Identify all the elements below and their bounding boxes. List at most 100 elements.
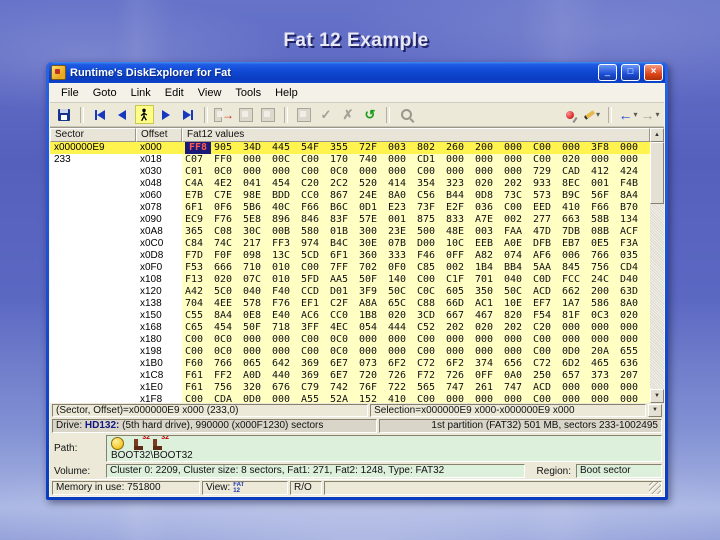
save-button[interactable] [54, 105, 74, 124]
fat-value-cell[interactable]: 81F [562, 310, 591, 322]
fat-value-cell[interactable]: 000 [620, 154, 649, 166]
fat-value-cell[interactable]: 054 [359, 322, 388, 334]
fat-value-cell[interactable]: 52A [330, 394, 359, 403]
fat-value-cell[interactable]: 003 [475, 226, 504, 238]
fat-value-cell[interactable]: 000 [446, 346, 475, 358]
fat-value-cell[interactable]: D00 [417, 238, 446, 250]
fat-value-cell[interactable]: 766 [214, 358, 243, 370]
fat-value-cell[interactable]: 8A4 [620, 190, 649, 202]
fat-value-cell[interactable]: FF0 [214, 154, 243, 166]
menu-tools[interactable]: Tools [228, 87, 268, 99]
fat-value-cell[interactable]: CCD [301, 286, 330, 298]
fat-value-cell[interactable]: C00 [185, 334, 214, 346]
fat-value-cell[interactable]: C00 [533, 346, 562, 358]
fat-value-cell[interactable]: 30C [243, 226, 272, 238]
fat-value-cell[interactable]: 500 [417, 226, 446, 238]
fat-value-cell[interactable]: 0FF [446, 250, 475, 262]
fat-value-cell[interactable]: 586 [591, 298, 620, 310]
fat-value-cell[interactable]: 465 [591, 358, 620, 370]
fat-value-cell[interactable]: 676 [272, 382, 301, 394]
fat-value-cell[interactable]: C07 [185, 154, 214, 166]
fat-value-cell[interactable]: 667 [446, 310, 475, 322]
column-header-values[interactable]: Fat12 values [182, 128, 650, 142]
table-row[interactable]: x198 C00 0C0 000 000 C00 0C0 000 000 C00 000 000 000… [50, 346, 650, 358]
fat-value-cell[interactable]: 720 [359, 370, 388, 382]
fat-value-cell[interactable]: E40 [272, 310, 301, 322]
fat-value-cell[interactable]: 410 [388, 394, 417, 403]
table-row[interactable]: x0C0 C84 74C 217 FF3 974 B4C 30E 07B D00 10C EEB A0E… [50, 238, 650, 250]
fat-value-cell[interactable]: C00 [301, 166, 330, 178]
fat-value-cell[interactable]: C84 [185, 238, 214, 250]
table-row[interactable]: x168 C65 454 50F 718 3FF 4EC 054 444 C52 202 020 202… [50, 322, 650, 334]
fat-value-cell[interactable]: 8EC [562, 178, 591, 190]
fat-value-cell[interactable]: 34D [243, 142, 272, 154]
fat-value-cell[interactable]: 00C [272, 154, 301, 166]
fat-value-cell[interactable]: 0D0 [562, 346, 591, 358]
fat-value-cell[interactable]: 0D1 [359, 202, 388, 214]
fat-value-cell[interactable]: 5C0 [214, 286, 243, 298]
fat-value-cell[interactable]: 134 [620, 214, 649, 226]
fat-value-cell[interactable]: 202 [504, 322, 533, 334]
fat-value-cell[interactable]: 5CD [301, 250, 330, 262]
fat-value-cell[interactable]: 300 [359, 226, 388, 238]
bookmark-button[interactable] [560, 105, 580, 124]
fat-value-cell[interactable]: 445 [272, 142, 301, 154]
fat-value-cell[interactable]: 003 [388, 142, 417, 154]
fat-value-cell[interactable]: C00 [533, 394, 562, 403]
fat-value-cell[interactable]: 636 [620, 358, 649, 370]
fat-value-cell[interactable]: 001 [591, 178, 620, 190]
fat-value-cell[interactable]: DFB [533, 238, 562, 250]
fat-value-cell[interactable]: 000 [272, 346, 301, 358]
fat-value-cell[interactable]: A0D [243, 370, 272, 382]
table-row[interactable]: x120 A42 5C0 040 F40 CCD D01 3F9 50C C0C 605 350 50C… [50, 286, 650, 298]
fat-value-cell[interactable]: B44 [446, 190, 475, 202]
fat-value-cell[interactable]: 3FF [301, 322, 330, 334]
fat-value-cell[interactable]: EED [533, 202, 562, 214]
fat-value-cell[interactable]: E2F [446, 202, 475, 214]
fat-value-cell[interactable]: 020 [388, 310, 417, 322]
fat-value-cell[interactable]: FF2 [214, 370, 243, 382]
fat-value-cell[interactable]: 565 [417, 382, 446, 394]
fat-value-cell[interactable]: 0C0 [214, 166, 243, 178]
fat-value-cell[interactable]: 65C [388, 298, 417, 310]
fat-value-cell[interactable]: F3A [620, 238, 649, 250]
fat-value-cell[interactable]: C01 [185, 166, 214, 178]
table-row[interactable]: x138 704 4EE 578 F76 EF1 C2F A8A 65C C88 66D AC1 10E… [50, 298, 650, 310]
fat-value-cell[interactable]: AC6 [301, 310, 330, 322]
fat-value-cell[interactable]: 24E [359, 190, 388, 202]
fat-value-cell[interactable]: 000 [620, 334, 649, 346]
link-button[interactable]: → [214, 105, 234, 124]
fat-value-cell[interactable]: 663 [562, 214, 591, 226]
fat-value-cell[interactable]: 035 [620, 250, 649, 262]
fat-value-cell[interactable]: 202 [446, 322, 475, 334]
fat-value-cell[interactable]: 0C0 [330, 346, 359, 358]
fat-value-cell[interactable]: 000 [272, 394, 301, 403]
fat-value-cell[interactable]: 63D [620, 286, 649, 298]
fat-value-cell[interactable]: A7E [475, 214, 504, 226]
fat-value-cell[interactable]: 020 [562, 154, 591, 166]
fat-value-cell[interactable]: CAD [562, 166, 591, 178]
selection-dropdown-button[interactable]: ▼ [648, 404, 662, 417]
fat-value-cell[interactable]: 467 [475, 310, 504, 322]
fat-value-cell[interactable]: 10E [504, 298, 533, 310]
fat-value-cell[interactable]: 000 [243, 334, 272, 346]
fat-value-cell[interactable]: C00 [185, 394, 214, 403]
fat-value-cell[interactable]: B70 [620, 202, 649, 214]
table-row[interactable]: x078 6F1 0F6 5B6 40C F66 B6C 0D1 E23 73F E2F 036 C00… [50, 202, 650, 214]
fat-value-cell[interactable]: C7E [214, 190, 243, 202]
fat-value-cell[interactable]: 000 [446, 166, 475, 178]
fat-value-cell[interactable]: D40 [620, 274, 649, 286]
fat-value-cell[interactable]: EEB [475, 238, 504, 250]
fat-value-cell[interactable]: 277 [533, 214, 562, 226]
fat-value-cell[interactable]: ACF [620, 226, 649, 238]
window-titlebar[interactable]: Runtime's DiskExplorer for Fat _ □ × [49, 62, 665, 83]
fat-value-cell[interactable]: F0F [214, 250, 243, 262]
boot32-subfolder-icon[interactable]: 32 [152, 436, 169, 450]
fat-value-cell[interactable]: 74C [214, 238, 243, 250]
fat-value-cell[interactable]: 73F [417, 202, 446, 214]
fat-value-cell[interactable]: 846 [301, 214, 330, 226]
menu-help[interactable]: Help [268, 87, 305, 99]
fat-value-cell[interactable]: 47D [533, 226, 562, 238]
fat-value-cell[interactable]: FAA [504, 226, 533, 238]
fat-value-cell[interactable]: 656 [504, 358, 533, 370]
